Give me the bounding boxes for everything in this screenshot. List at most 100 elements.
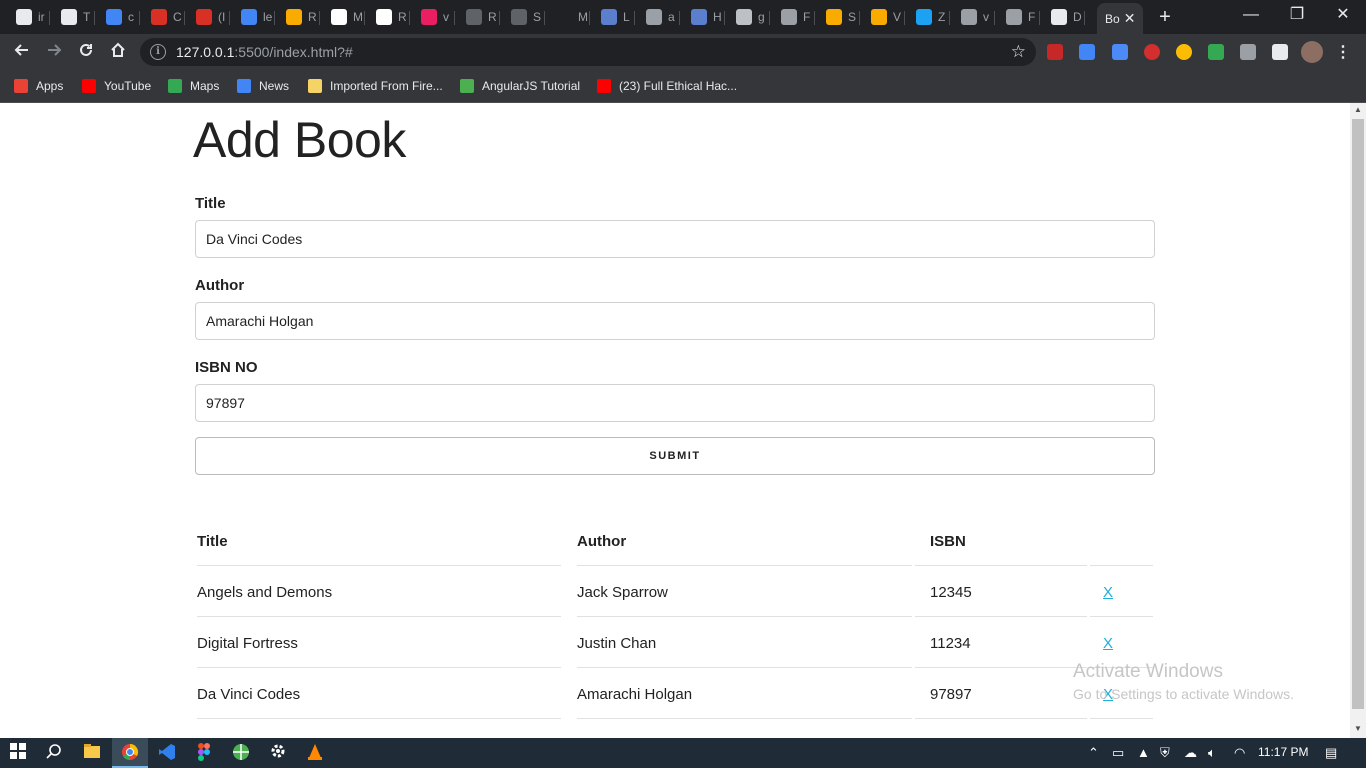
minimize-button[interactable]: — — [1228, 0, 1274, 32]
chevron-up-icon[interactable]: ⌃ — [1088, 745, 1099, 761]
submit-button[interactable]: SUBMIT — [195, 437, 1155, 475]
bookmark-item[interactable]: (23) Full Ethical Hac... — [597, 77, 737, 95]
profile-avatar[interactable] — [1301, 41, 1323, 63]
taskbar-clock[interactable]: 11:17 PM — [1258, 745, 1308, 759]
tab[interactable]: V — [861, 3, 905, 31]
settings-icon[interactable] — [268, 743, 288, 763]
tab[interactable]: c — [96, 3, 140, 31]
tab[interactable]: D — [1041, 3, 1085, 31]
tab[interactable]: a — [636, 3, 680, 31]
chrome-icon[interactable] — [120, 743, 140, 763]
vlc-icon[interactable] — [305, 743, 325, 763]
network-activity-icon[interactable]: ▲ — [1137, 745, 1150, 760]
tab-separator — [274, 11, 275, 25]
bookmark-item[interactable]: News — [237, 77, 289, 95]
tab[interactable]: ir — [6, 3, 50, 31]
tab[interactable]: R — [456, 3, 500, 31]
page-scrollbar[interactable]: ▲ ▼ — [1350, 103, 1366, 738]
wifi-icon[interactable]: ◠ — [1234, 745, 1245, 761]
bookmark-item[interactable]: YouTube — [82, 77, 151, 95]
scroll-down-arrow-icon[interactable]: ▼ — [1350, 724, 1366, 736]
table-divider — [915, 565, 1087, 566]
security-shield-icon[interactable]: ⛨ — [1160, 745, 1170, 761]
notifications-icon[interactable]: ▤ — [1325, 745, 1337, 761]
extension-icon[interactable] — [1176, 44, 1192, 60]
bookmark-item[interactable]: Maps — [168, 77, 219, 95]
tab[interactable]: L — [591, 3, 635, 31]
tab-favicon-icon — [241, 9, 257, 25]
search-icon[interactable] — [44, 743, 64, 763]
reload-icon[interactable] — [72, 38, 100, 66]
tab[interactable]: M — [321, 3, 365, 31]
tab-favicon-icon — [736, 9, 752, 25]
extension-icon[interactable] — [1144, 44, 1160, 60]
tab-favicon-icon — [421, 9, 437, 25]
tab[interactable]: (I — [186, 3, 230, 31]
activate-windows-subtitle: Go to Settings to activate Windows. — [1073, 686, 1294, 702]
tab[interactable]: le — [231, 3, 275, 31]
bookmark-star-icon[interactable]: ☆ — [1011, 42, 1026, 62]
tab[interactable]: v — [411, 3, 455, 31]
tab[interactable]: R — [366, 3, 410, 31]
tab-separator — [769, 11, 770, 25]
tab-label: a — [668, 10, 675, 24]
back-arrow-icon[interactable] — [8, 38, 36, 66]
tab[interactable]: S — [501, 3, 545, 31]
extension-icon[interactable] — [1079, 44, 1095, 60]
tab-favicon-icon — [106, 9, 122, 25]
bookmark-item[interactable]: AngularJS Tutorial — [460, 77, 580, 95]
figma-icon[interactable] — [194, 743, 214, 763]
tab[interactable]: T — [51, 3, 95, 31]
browser-toolbar: i 127.0.0.1:5500/index.html?# ☆ ⋮ — [0, 34, 1366, 70]
delete-book-link[interactable]: X — [1103, 635, 1113, 652]
isbn-input[interactable] — [195, 384, 1155, 422]
tab-favicon-icon — [601, 9, 617, 25]
bookmark-label: Imported From Fire... — [330, 79, 443, 93]
tab-favicon-icon — [196, 9, 212, 25]
volume-icon[interactable]: 🔈︎ — [1208, 745, 1216, 761]
tab-active[interactable]: Bo ✕ — [1097, 3, 1143, 34]
menu-icon[interactable]: ⋮ — [1335, 42, 1351, 62]
delete-book-link[interactable]: X — [1103, 584, 1113, 601]
bookmark-item[interactable]: Apps — [14, 77, 63, 95]
windows-start-icon[interactable] — [8, 743, 28, 763]
tab[interactable]: S — [816, 3, 860, 31]
app-icon[interactable] — [231, 743, 251, 763]
tab-separator — [499, 11, 500, 25]
tab-separator — [994, 11, 995, 25]
battery-icon[interactable]: ▭ — [1112, 745, 1124, 761]
extension-icon[interactable] — [1112, 44, 1128, 60]
tab[interactable]: v — [951, 3, 995, 31]
tab[interactable]: R — [276, 3, 320, 31]
tab-label: C — [173, 10, 182, 24]
bookmark-item[interactable]: Imported From Fire... — [308, 77, 443, 95]
tab-separator — [679, 11, 680, 25]
tab[interactable]: F — [996, 3, 1040, 31]
title-input[interactable] — [195, 220, 1155, 258]
close-tab-icon[interactable]: ✕ — [1124, 10, 1136, 27]
scroll-up-arrow-icon[interactable]: ▲ — [1350, 105, 1366, 117]
tab[interactable]: g — [726, 3, 770, 31]
tab[interactable]: M — [546, 3, 590, 31]
address-bar[interactable]: i 127.0.0.1:5500/index.html?# ☆ — [140, 38, 1036, 66]
file-explorer-icon[interactable] — [82, 743, 102, 763]
home-icon[interactable] — [104, 38, 132, 66]
new-tab-button[interactable]: + — [1153, 5, 1177, 29]
close-window-button[interactable]: ✕ — [1320, 0, 1366, 32]
extensions-puzzle-icon[interactable] — [1272, 44, 1288, 60]
extension-icon[interactable] — [1240, 44, 1256, 60]
extension-icon[interactable] — [1208, 44, 1224, 60]
tab[interactable]: C — [141, 3, 185, 31]
site-info-icon[interactable]: i — [150, 44, 166, 60]
author-input[interactable] — [195, 302, 1155, 340]
vscode-icon[interactable] — [157, 743, 177, 763]
scroll-thumb[interactable] — [1352, 119, 1364, 709]
restore-button[interactable]: ❐ — [1274, 0, 1320, 32]
tab[interactable]: F — [771, 3, 815, 31]
tab[interactable]: H — [681, 3, 725, 31]
table-divider — [915, 667, 1087, 668]
tab[interactable]: Z — [906, 3, 950, 31]
onedrive-cloud-icon[interactable]: ☁ — [1184, 745, 1197, 761]
extension-icon[interactable] — [1047, 44, 1063, 60]
forward-arrow-icon[interactable] — [40, 38, 68, 66]
